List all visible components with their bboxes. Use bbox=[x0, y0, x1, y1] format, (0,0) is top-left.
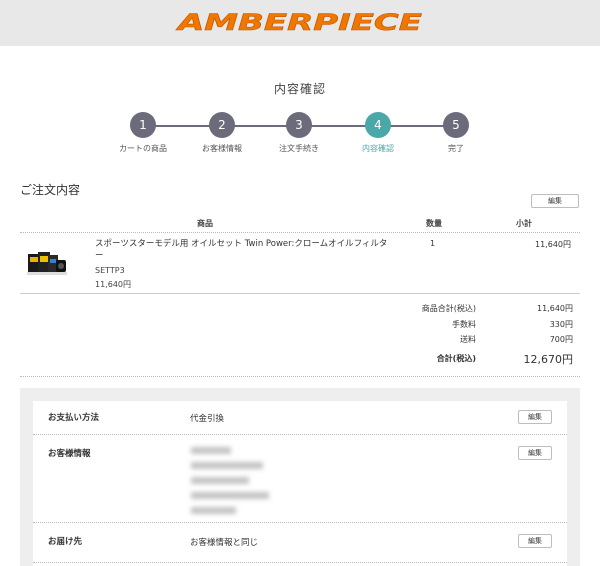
step-number: 2 bbox=[209, 112, 235, 138]
edit-customer-button[interactable]: 編集 bbox=[518, 446, 552, 460]
summary-goods: 商品合計(税込) 11,640円 bbox=[0, 303, 600, 315]
customer-info-redacted bbox=[191, 447, 281, 517]
total-value: 12,670円 bbox=[523, 353, 574, 366]
edit-payment-button[interactable]: 編集 bbox=[518, 410, 552, 424]
step-number: 5 bbox=[443, 112, 469, 138]
details-panel: お支払い方法 代金引換 編集 お客様情報 編集 お届け先 お客様情報と同じ 編集 bbox=[20, 388, 580, 566]
logo-text: AMBERPIECE bbox=[175, 11, 422, 36]
progress-steps: 1 カートの商品 2 お客様情報 3 注文手続き 4 内容確認 5 完了 bbox=[0, 112, 600, 162]
delivery-label: お届け先 bbox=[48, 537, 83, 547]
edit-order-button[interactable]: 編集 bbox=[531, 194, 579, 208]
amberpiece-logo[interactable]: AMBERPIECE bbox=[175, 7, 425, 37]
step-procedure: 3 注文手続き bbox=[259, 112, 339, 154]
delivery-value: お客様情報と同じ bbox=[190, 538, 259, 548]
goods-value: 11,640円 bbox=[537, 304, 573, 313]
step-cart: 1 カートの商品 bbox=[103, 112, 183, 154]
step-label: お客様情報 bbox=[202, 144, 242, 153]
details-card: お支払い方法 代金引換 編集 お客様情報 編集 お届け先 お客様情報と同じ 編集 bbox=[33, 401, 567, 566]
summary-divider bbox=[20, 376, 580, 377]
fee-label: 手数料 bbox=[452, 320, 476, 329]
step-label: カートの商品 bbox=[119, 144, 167, 153]
column-qty: 数量 bbox=[426, 219, 442, 228]
payment-label: お支払い方法 bbox=[48, 413, 100, 423]
payment-value: 代金引換 bbox=[190, 414, 225, 424]
payment-row: お支払い方法 代金引換 編集 bbox=[33, 401, 567, 435]
goods-label: 商品合計(税込) bbox=[421, 304, 476, 313]
fee-value: 330円 bbox=[549, 320, 573, 329]
product-price: 11,640円 bbox=[95, 280, 131, 289]
product-name[interactable]: スポーツスターモデル用 オイルセット Twin Power:クロームオイルフィル… bbox=[95, 238, 395, 262]
product-code: SETTP3 bbox=[95, 266, 125, 275]
step-label: 注文手続き bbox=[279, 144, 319, 153]
step-number: 3 bbox=[286, 112, 312, 138]
order-item-row: スポーツスターモデル用 オイルセット Twin Power:クロームオイルフィル… bbox=[20, 234, 580, 294]
order-section-title: ご注文内容 bbox=[20, 183, 81, 197]
step-customer: 2 お客様情報 bbox=[182, 112, 262, 154]
step-label: 完了 bbox=[448, 144, 464, 153]
summary-total: 合計(税込) 12,670円 bbox=[0, 353, 600, 366]
page-title: 内容確認 bbox=[273, 82, 326, 96]
step-confirm: 4 内容確認 bbox=[338, 112, 418, 154]
order-table-header: 商品 数量 小計 bbox=[20, 216, 580, 233]
step-number: 1 bbox=[130, 112, 156, 138]
column-product: 商品 bbox=[197, 219, 213, 228]
customer-label: お客様情報 bbox=[48, 449, 91, 459]
total-label: 合計(税込) bbox=[436, 354, 476, 363]
product-qty: 1 bbox=[430, 239, 436, 248]
shipping-label: 送料 bbox=[460, 335, 476, 344]
summary-fee: 手数料 330円 bbox=[0, 319, 600, 331]
header-bar: AMBERPIECE bbox=[0, 0, 600, 46]
customer-row: お客様情報 編集 bbox=[33, 435, 567, 523]
step-complete: 5 完了 bbox=[416, 112, 496, 154]
product-image[interactable] bbox=[27, 246, 67, 276]
product-subtotal: 11,640円 bbox=[535, 240, 571, 249]
summary-shipping: 送料 700円 bbox=[0, 334, 600, 346]
step-number: 4 bbox=[365, 112, 391, 138]
step-label: 内容確認 bbox=[362, 144, 394, 153]
edit-delivery-button[interactable]: 編集 bbox=[518, 534, 552, 548]
column-subtotal: 小計 bbox=[516, 219, 532, 228]
shipping-value: 700円 bbox=[549, 335, 573, 344]
delivery-row: お届け先 お客様情報と同じ 編集 bbox=[33, 523, 567, 563]
